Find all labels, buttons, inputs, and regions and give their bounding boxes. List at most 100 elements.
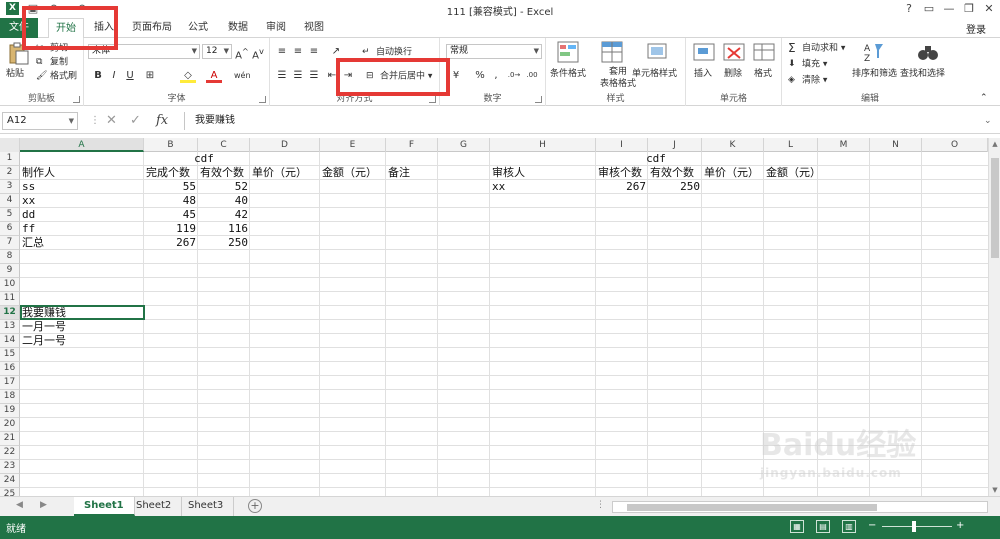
horizontal-scroll-thumb[interactable]: [627, 504, 877, 511]
col-header-n[interactable]: N: [870, 138, 922, 152]
insert-cells-icon[interactable]: [692, 40, 716, 64]
sort-filter-icon[interactable]: AZ: [862, 40, 886, 64]
format-as-table-icon[interactable]: [600, 40, 624, 64]
row-header-12[interactable]: 12: [0, 306, 20, 320]
scroll-down-icon[interactable]: ▼: [989, 486, 1000, 494]
help-icon[interactable]: ?: [900, 1, 918, 17]
cell-c4[interactable]: 40: [198, 194, 250, 208]
col-header-d[interactable]: D: [250, 138, 320, 152]
delete-cells-icon[interactable]: [722, 40, 746, 64]
clipboard-launcher[interactable]: [73, 96, 80, 103]
scroll-up-icon[interactable]: ▲: [989, 140, 1000, 148]
row-header-13[interactable]: 13: [0, 320, 20, 334]
add-sheet-button[interactable]: +: [248, 499, 262, 513]
cell-l2[interactable]: 金额（元）: [764, 166, 823, 180]
collapse-ribbon-icon[interactable]: ⌃: [980, 92, 988, 104]
row-header-24[interactable]: 24: [0, 474, 20, 488]
sort-filter-button[interactable]: 排序和筛选: [852, 68, 897, 80]
zoom-out-icon[interactable]: −: [868, 520, 876, 531]
cell-c6[interactable]: 116: [198, 222, 250, 236]
row-header-2[interactable]: 2: [0, 166, 20, 180]
cell-i1-title[interactable]: cdf: [596, 152, 716, 166]
increase-decimal-icon[interactable]: .0→: [506, 68, 522, 83]
cell-a7[interactable]: 汇总: [20, 236, 46, 250]
cell-b3[interactable]: 55: [144, 180, 198, 194]
number-format-select[interactable]: 常规 ▼: [446, 44, 542, 59]
tab-formulas[interactable]: 公式: [184, 18, 212, 38]
cell-b4[interactable]: 48: [144, 194, 198, 208]
fill-color-icon[interactable]: ◇: [180, 68, 196, 83]
wrap-text-button[interactable]: ↵ 自动换行: [362, 46, 412, 59]
name-box[interactable]: A12 ▼: [2, 112, 78, 130]
align-right-icon[interactable]: ☰: [306, 68, 322, 83]
col-header-l[interactable]: L: [764, 138, 818, 152]
tab-review[interactable]: 审阅: [262, 18, 290, 38]
col-header-e[interactable]: E: [320, 138, 386, 152]
row-header-16[interactable]: 16: [0, 362, 20, 376]
font-size-select[interactable]: 12 ▼: [202, 44, 232, 59]
col-header-i[interactable]: I: [596, 138, 648, 152]
copy-button[interactable]: ⧉ 复制: [36, 56, 68, 69]
select-all-button[interactable]: [0, 138, 20, 152]
cell-b1-title[interactable]: cdf: [144, 152, 264, 166]
format-cells-icon[interactable]: [752, 40, 776, 64]
cell-d2[interactable]: 单价（元）: [250, 166, 309, 180]
zoom-slider[interactable]: [882, 526, 952, 527]
row-header-25[interactable]: 25: [0, 488, 20, 496]
cell-h3[interactable]: xx: [490, 180, 507, 194]
format-as-table-button[interactable]: 套用 表格格式: [600, 66, 636, 90]
col-header-b[interactable]: B: [144, 138, 198, 152]
col-header-o[interactable]: O: [922, 138, 988, 152]
cell-f2[interactable]: 备注: [386, 166, 412, 180]
cell-a3[interactable]: ss: [20, 180, 37, 194]
tab-data[interactable]: 数据: [224, 18, 252, 38]
row-header-6[interactable]: 6: [0, 222, 20, 236]
minimize-button[interactable]: —: [940, 1, 958, 17]
cell-styles-button[interactable]: 单元格样式: [632, 68, 677, 80]
tab-view[interactable]: 视图: [300, 18, 328, 38]
align-center-icon[interactable]: ☰: [290, 68, 306, 83]
font-color-icon[interactable]: A: [206, 68, 222, 83]
next-sheet-icon[interactable]: ▶: [40, 500, 47, 510]
col-header-f[interactable]: F: [386, 138, 438, 152]
find-select-button[interactable]: 查找和选择: [900, 68, 945, 80]
number-launcher[interactable]: [535, 96, 542, 103]
col-header-g[interactable]: G: [438, 138, 490, 152]
cell-a4[interactable]: xx: [20, 194, 37, 208]
prev-sheet-icon[interactable]: ◀: [16, 500, 23, 510]
cell-c5[interactable]: 42: [198, 208, 250, 222]
alignment-launcher[interactable]: [429, 96, 436, 103]
binoculars-icon[interactable]: [916, 40, 940, 64]
cell-j3[interactable]: 250: [648, 180, 702, 194]
zoom-slider-thumb[interactable]: [912, 521, 916, 532]
cancel-icon[interactable]: ✕: [106, 114, 117, 128]
cell-a6[interactable]: ff: [20, 222, 37, 236]
row-header-22[interactable]: 22: [0, 446, 20, 460]
vertical-scrollbar[interactable]: ▲ ▼: [988, 138, 1000, 496]
italic-button[interactable]: I: [106, 68, 122, 83]
formula-input[interactable]: 我要赚钱: [184, 112, 998, 130]
phonetic-icon[interactable]: wén: [234, 68, 251, 83]
enter-icon[interactable]: ✓: [130, 114, 141, 128]
cell-c7[interactable]: 250: [198, 236, 250, 250]
row-header-8[interactable]: 8: [0, 250, 20, 264]
vertical-scroll-thumb[interactable]: [991, 158, 999, 258]
row-header-11[interactable]: 11: [0, 292, 20, 306]
cell-k2[interactable]: 单价（元）: [702, 166, 761, 180]
decrease-decimal-icon[interactable]: .00: [524, 68, 540, 83]
row-header-15[interactable]: 15: [0, 348, 20, 362]
page-layout-view-icon[interactable]: ▤: [816, 520, 830, 533]
cell-e2[interactable]: 金额（元）: [320, 166, 379, 180]
normal-view-icon[interactable]: ▦: [790, 520, 804, 533]
row-header-20[interactable]: 20: [0, 418, 20, 432]
align-top-icon[interactable]: ≡: [274, 44, 290, 59]
percent-button[interactable]: %: [472, 68, 488, 83]
sheet-tab-2[interactable]: Sheet2: [126, 497, 183, 516]
cell-c2[interactable]: 有效个数: [198, 166, 246, 180]
col-header-a[interactable]: A: [20, 138, 144, 152]
row-header-3[interactable]: 3: [0, 180, 20, 194]
delete-cells-button[interactable]: 删除: [724, 68, 742, 80]
insert-function-button[interactable]: fx: [156, 114, 168, 128]
cell-b5[interactable]: 45: [144, 208, 198, 222]
sheet-tab-3[interactable]: Sheet3: [178, 497, 235, 516]
